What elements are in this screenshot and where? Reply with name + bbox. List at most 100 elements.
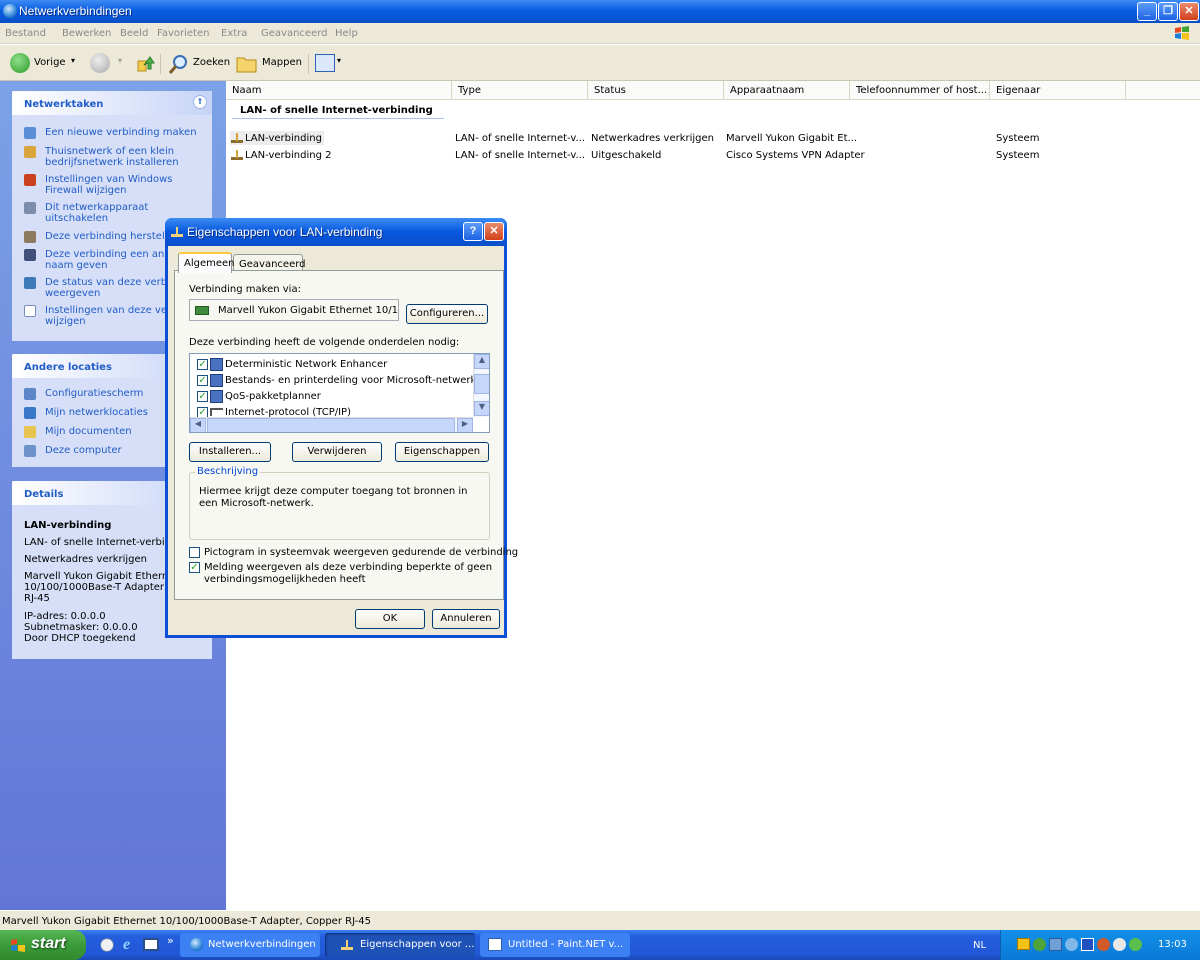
quicklaunch-chevron-icon[interactable]: » xyxy=(167,934,174,947)
my-computer-icon xyxy=(24,445,36,457)
connection-tray-icon[interactable] xyxy=(1065,938,1078,951)
task-label: naam geven xyxy=(45,260,108,271)
warning-tray-icon[interactable] xyxy=(1017,938,1030,950)
configure-button[interactable]: Configureren... xyxy=(406,304,488,324)
new-connection-icon xyxy=(24,127,36,139)
media-tray-icon[interactable] xyxy=(1081,938,1094,951)
show-desktop-icon[interactable] xyxy=(100,938,114,952)
protocol-icon xyxy=(210,408,223,416)
network-tray-icon[interactable] xyxy=(1033,938,1046,951)
up-folder-icon[interactable] xyxy=(136,53,156,73)
folders-button[interactable]: Mappen xyxy=(262,57,302,68)
component-checkbox[interactable]: ✓ xyxy=(197,391,208,402)
column-device[interactable]: Apparaatnaam xyxy=(724,81,850,100)
back-button[interactable]: Vorige xyxy=(34,57,66,68)
scroll-up-icon[interactable]: ▲ xyxy=(474,354,489,369)
row-name[interactable]: LAN-verbinding 2 xyxy=(245,150,331,161)
ok-button[interactable]: OK xyxy=(355,609,425,629)
scroll-right-icon[interactable]: ▶ xyxy=(457,418,473,432)
horizontal-scrollbar[interactable]: ◀ ▶ xyxy=(190,417,473,432)
properties-button[interactable]: Eigenschappen xyxy=(395,442,489,462)
network-tasks-header[interactable]: Netwerktaken ⇑ xyxy=(12,91,212,115)
task-label: Deze verbinding een ander xyxy=(45,249,181,260)
task-label: wijzigen xyxy=(45,316,86,327)
column-type[interactable]: Type xyxy=(452,81,588,100)
column-name[interactable]: Naam xyxy=(226,81,452,100)
menu-favorites[interactable]: Favorieten xyxy=(157,28,209,39)
window-title: Netwerkverbindingen xyxy=(19,4,132,18)
task-label: bedrijfsnetwerk installeren xyxy=(45,157,179,168)
row-type: LAN- of snelle Internet-v... xyxy=(455,133,586,144)
limited-connectivity-checkbox[interactable]: ✓ xyxy=(189,562,200,573)
menu-help[interactable]: Help xyxy=(335,28,358,39)
media-icon[interactable] xyxy=(143,938,159,951)
scroll-thumb[interactable] xyxy=(474,374,489,394)
repair-icon xyxy=(24,231,36,243)
tab-general[interactable]: Algemeen xyxy=(178,252,235,273)
column-status[interactable]: Status xyxy=(588,81,724,100)
column-phone[interactable]: Telefoonnummer of host... xyxy=(850,81,990,100)
start-button[interactable]: start xyxy=(0,930,86,960)
forward-dropdown-icon[interactable]: ▾ xyxy=(118,56,122,65)
components-list[interactable]: ✓ Deterministic Network Enhancer ✓ Besta… xyxy=(189,353,490,433)
restore-button[interactable]: ❐ xyxy=(1158,2,1178,21)
status-icon xyxy=(24,277,36,289)
views-icon[interactable] xyxy=(315,54,335,72)
column-owner[interactable]: Eigenaar xyxy=(990,81,1126,100)
rename-icon xyxy=(24,249,36,261)
details-subnet: Subnetmasker: 0.0.0.0 xyxy=(24,622,138,633)
folders-icon[interactable] xyxy=(236,54,258,74)
collapse-chevron-icon[interactable]: ⇑ xyxy=(193,95,207,109)
scroll-left-icon[interactable]: ◀ xyxy=(190,418,206,432)
dialog-close-button[interactable]: ✕ xyxy=(484,222,504,241)
app-tray-icon[interactable] xyxy=(1129,938,1142,951)
update-tray-icon[interactable] xyxy=(1113,938,1126,951)
task-label: Deze verbinding herstellen xyxy=(45,231,180,242)
network-tasks-title: Netwerktaken xyxy=(24,99,104,110)
menu-view[interactable]: Beeld xyxy=(120,28,148,39)
row-type: LAN- of snelle Internet-v... xyxy=(455,150,586,161)
install-button[interactable]: Installeren... xyxy=(189,442,271,462)
cancel-button[interactable]: Annuleren xyxy=(432,609,500,629)
search-icon[interactable] xyxy=(168,53,190,75)
views-dropdown-icon[interactable]: ▾ xyxy=(337,56,341,65)
group-divider xyxy=(232,118,444,119)
scroll-down-icon[interactable]: ▼ xyxy=(474,401,489,416)
scroll-thumb[interactable] xyxy=(207,418,455,432)
help-button[interactable]: ? xyxy=(463,222,483,241)
taskbar-item-properties[interactable]: Eigenschappen voor ... xyxy=(325,933,475,957)
components-label: Deze verbinding heeft de volgende onderd… xyxy=(189,337,460,348)
monitor-tray-icon[interactable] xyxy=(1049,938,1062,951)
taskbar-item-paint[interactable]: Untitled - Paint.NET v... xyxy=(480,933,630,957)
tray-icon-checkbox[interactable]: ✓ xyxy=(189,547,200,558)
search-button[interactable]: Zoeken xyxy=(193,57,230,68)
security-tray-icon[interactable] xyxy=(1097,938,1110,951)
back-dropdown-icon[interactable]: ▾ xyxy=(71,56,75,65)
status-text: Marvell Yukon Gigabit Ethernet 10/100/10… xyxy=(2,916,371,927)
language-indicator[interactable]: NL xyxy=(973,940,986,951)
status-bar: Marvell Yukon Gigabit Ethernet 10/100/10… xyxy=(0,910,1200,930)
row-name[interactable]: LAN-verbinding xyxy=(245,133,322,144)
start-label: start xyxy=(31,935,66,952)
back-arrow-icon[interactable] xyxy=(10,53,30,73)
task-label: weergeven xyxy=(45,288,101,299)
taskbar-item-network-connections[interactable]: Netwerkverbindingen xyxy=(180,933,320,957)
close-button[interactable]: ✕ xyxy=(1179,2,1199,21)
remove-button[interactable]: Verwijderen xyxy=(292,442,382,462)
menu-tools[interactable]: Extra xyxy=(221,28,247,39)
window-title-bar[interactable]: Netwerkverbindingen _ ❐ ✕ xyxy=(0,0,1200,23)
menu-file[interactable]: Bestand xyxy=(5,28,46,39)
component-checkbox[interactable]: ✓ xyxy=(197,359,208,370)
list-header: Naam Type Status Apparaatnaam Telefoonnu… xyxy=(226,81,1200,100)
internet-explorer-icon[interactable]: e xyxy=(123,936,130,954)
dialog-title-bar[interactable]: Eigenschappen voor LAN-verbinding ? ✕ xyxy=(165,218,507,246)
menu-bar: Bestand Bewerken Beeld Favorieten Extra … xyxy=(0,23,1200,44)
component-checkbox[interactable]: ✓ xyxy=(197,375,208,386)
minimize-button[interactable]: _ xyxy=(1137,2,1157,21)
details-device: Marvell Yukon Gigabit Ethernet xyxy=(24,571,179,582)
menu-edit[interactable]: Bewerken xyxy=(62,28,111,39)
row-owner: Systeem xyxy=(996,150,1040,161)
vertical-scrollbar[interactable]: ▲ ▼ xyxy=(473,354,489,417)
menu-advanced[interactable]: Geavanceerd xyxy=(261,28,328,39)
forward-arrow-icon[interactable] xyxy=(90,53,110,73)
